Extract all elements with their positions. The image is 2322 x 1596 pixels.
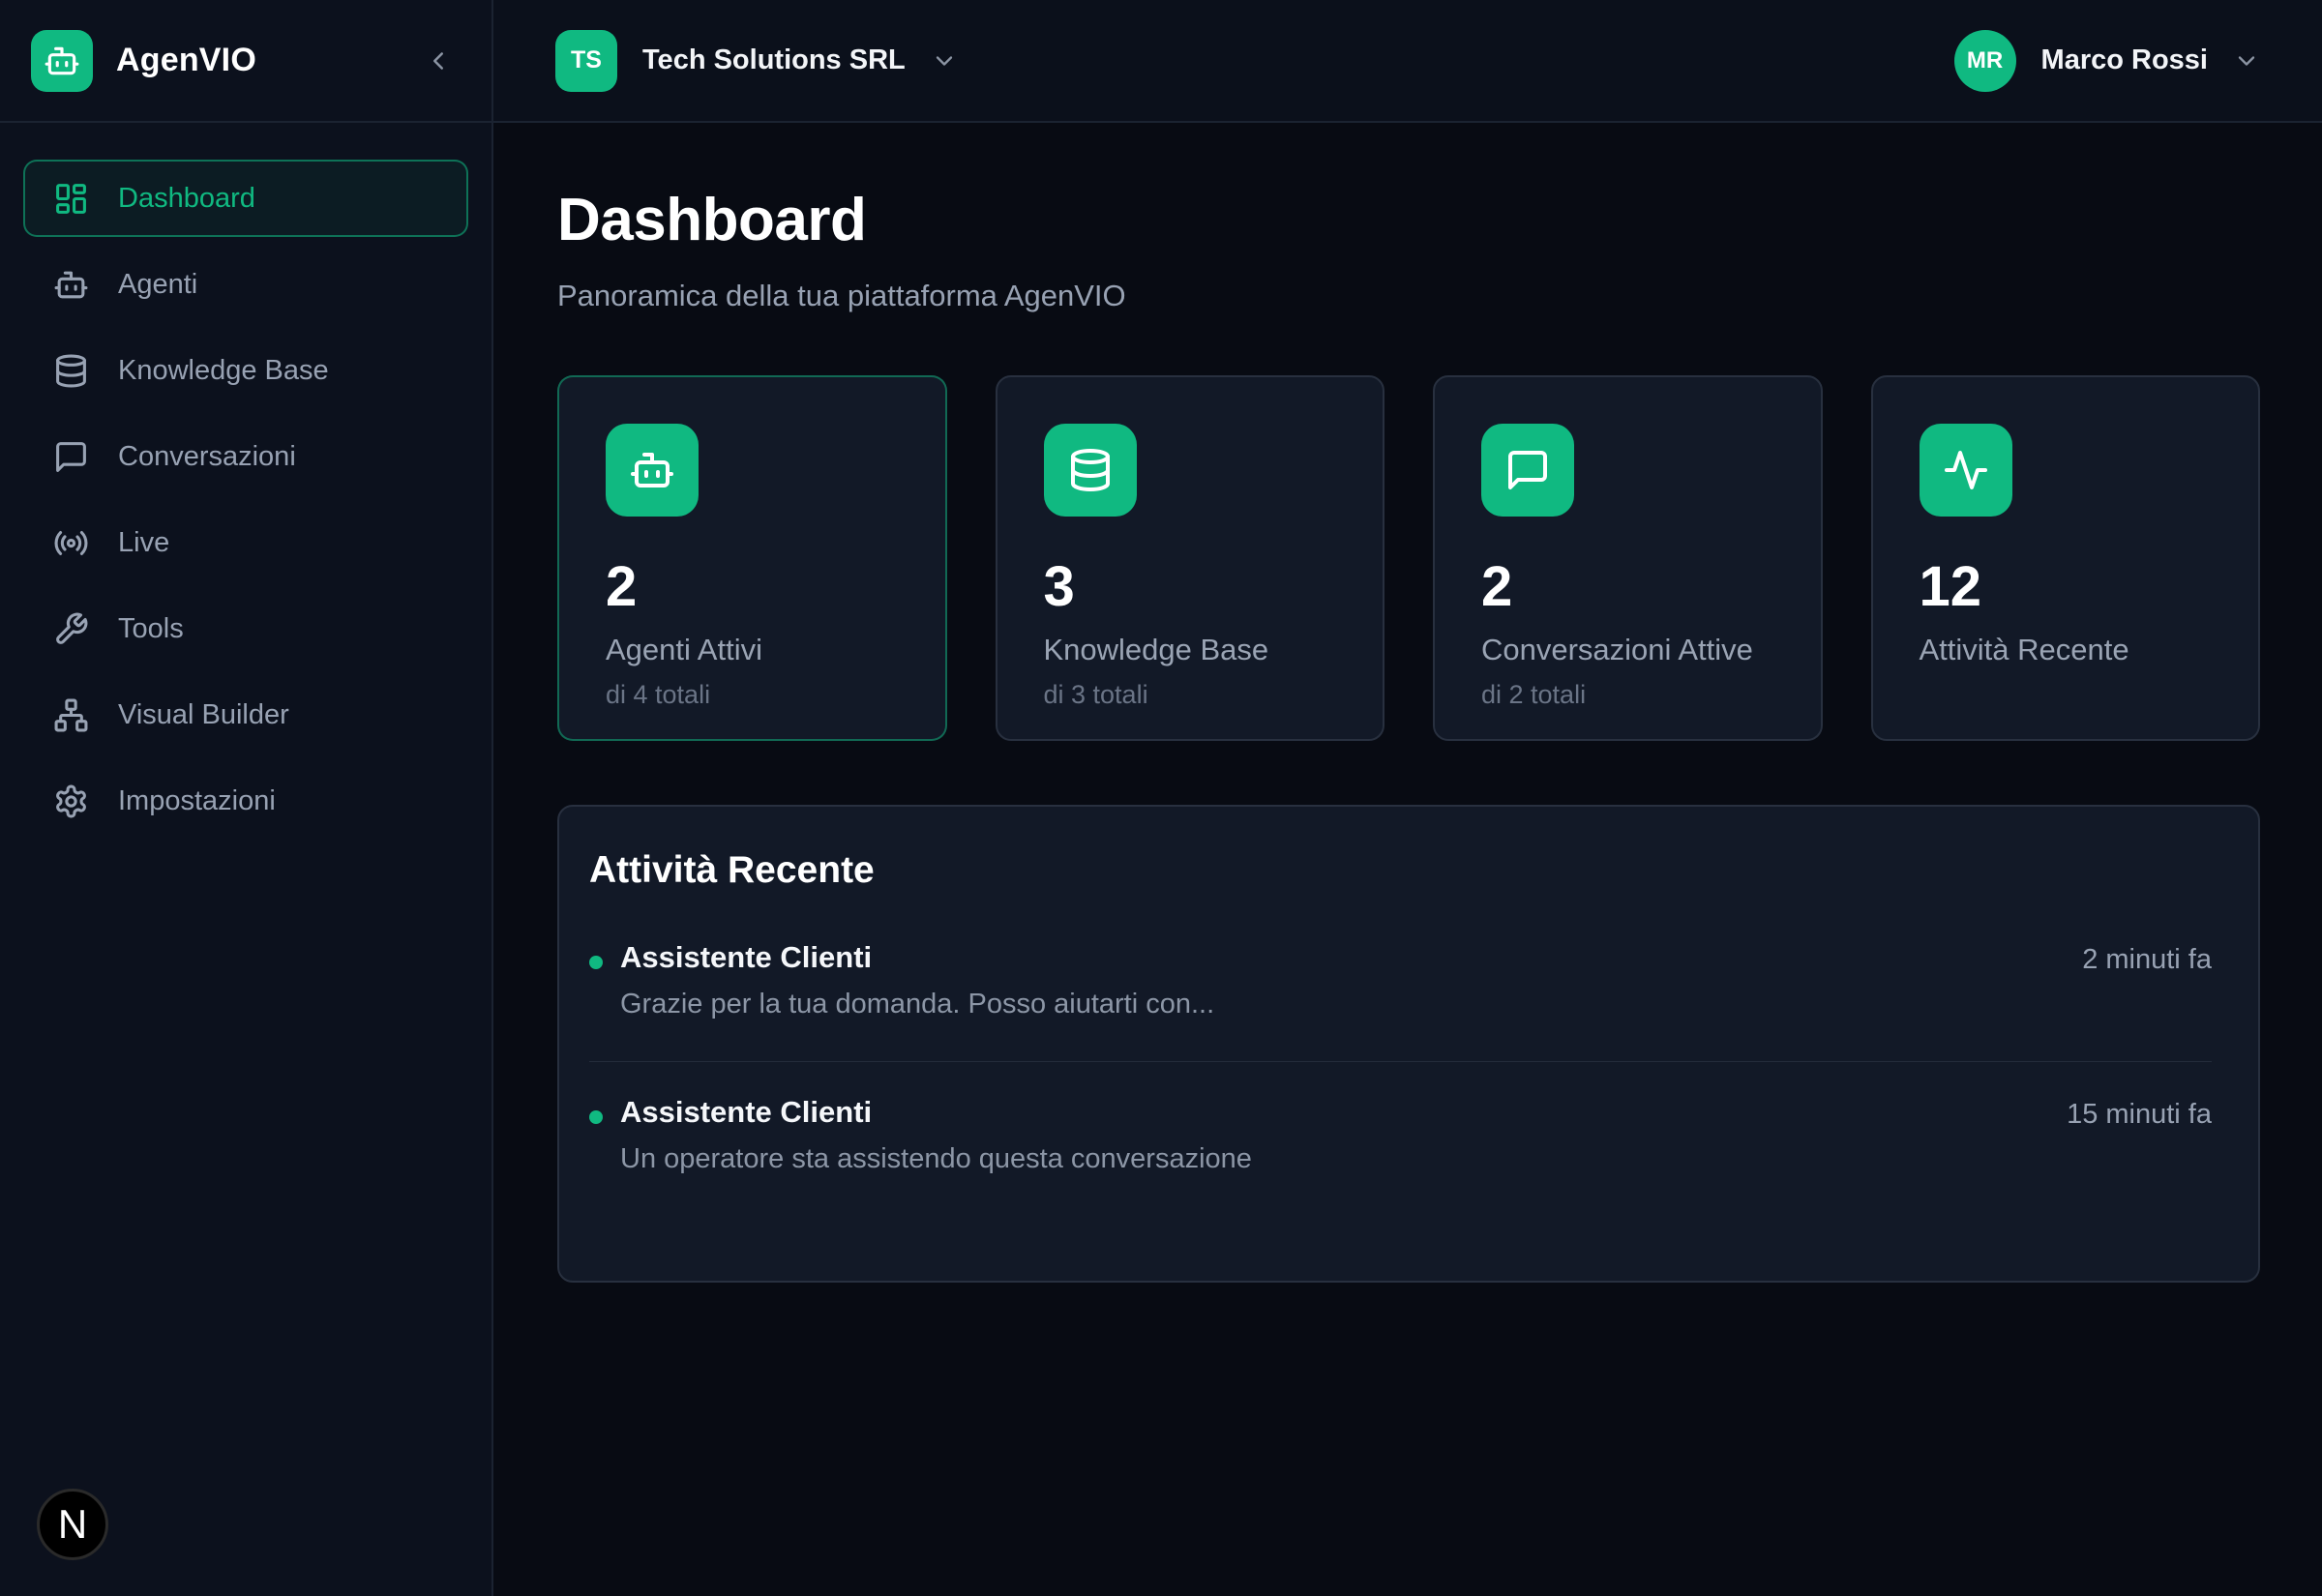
stat-sub xyxy=(1920,680,2213,706)
card-icon-badge xyxy=(1920,424,2012,517)
sidebar-item-label: Impostazioni xyxy=(118,785,276,817)
stat-label: Conversazioni Attive xyxy=(1481,633,1774,667)
sidebar-item-label: Agenti xyxy=(118,269,197,301)
stat-label: Attività Recente xyxy=(1920,633,2213,667)
activity-row-main: Assistente Clienti Grazie per la tua dom… xyxy=(620,940,2065,1020)
card-icon-badge xyxy=(1481,424,1574,517)
stat-card-attivita-recente[interactable]: 12 Attività Recente xyxy=(1871,375,2261,741)
sidebar-item-label: Tools xyxy=(118,613,184,645)
activity-list: Assistente Clienti Grazie per la tua dom… xyxy=(589,907,2212,1216)
stat-sub: di 2 totali xyxy=(1481,680,1774,710)
sidebar-collapse-button[interactable] xyxy=(418,41,459,81)
chevron-down-icon xyxy=(2233,47,2260,74)
sidebar-item-label: Knowledge Base xyxy=(118,355,329,387)
card-icon-badge xyxy=(1044,424,1137,517)
sidebar-item-agenti[interactable]: Agenti xyxy=(23,246,468,323)
stats-grid: 2 Agenti Attivi di 4 totali 3 Knowledge … xyxy=(557,375,2260,741)
sidebar-item-live[interactable]: Live xyxy=(23,504,468,581)
stat-sub: di 3 totali xyxy=(1044,680,1337,710)
online-status-dot xyxy=(589,956,603,969)
stat-label: Agenti Attivi xyxy=(606,633,899,667)
settings-icon xyxy=(53,783,89,819)
organization-name: Tech Solutions SRL xyxy=(642,44,906,76)
sidebar-item-impostazioni[interactable]: Impostazioni xyxy=(23,762,468,840)
online-status-dot xyxy=(589,1110,603,1124)
sidebar: AgenVIO Dashboard Agenti Knowledge Base … xyxy=(0,0,493,1596)
stat-value: 3 xyxy=(1044,559,1337,615)
sidebar-item-visual-builder[interactable]: Visual Builder xyxy=(23,676,468,754)
sidebar-item-label: Dashboard xyxy=(118,183,255,215)
organization-badge: TS xyxy=(555,30,617,92)
card-icon-badge xyxy=(606,424,699,517)
user-menu[interactable]: MR Marco Rossi xyxy=(1954,30,2260,92)
stat-value: 12 xyxy=(1920,559,2213,615)
activity-row-time: 15 minuti fa xyxy=(2067,1099,2212,1131)
network-icon xyxy=(53,697,89,733)
layout-dashboard-icon xyxy=(53,181,89,217)
app-logo xyxy=(31,30,93,92)
stat-value: 2 xyxy=(1481,559,1774,615)
topbar: TS Tech Solutions SRL MR Marco Rossi xyxy=(493,0,2322,123)
message-square-icon xyxy=(1504,447,1551,493)
activity-row-time: 2 minuti fa xyxy=(2082,944,2212,976)
page-content: Dashboard Panoramica della tua piattafor… xyxy=(493,123,2322,1283)
chevron-left-icon xyxy=(424,46,453,75)
activity-row[interactable]: Assistente Clienti Grazie per la tua dom… xyxy=(589,907,2212,1062)
user-name: Marco Rossi xyxy=(2041,44,2208,76)
sidebar-nav: Dashboard Agenti Knowledge Base Conversa… xyxy=(0,123,491,876)
activity-row-main: Assistente Clienti Un operatore sta assi… xyxy=(620,1095,2049,1175)
bot-icon xyxy=(44,43,80,79)
stat-value: 2 xyxy=(606,559,899,615)
app-root: AgenVIO Dashboard Agenti Knowledge Base … xyxy=(0,0,2322,1596)
nextjs-dev-badge[interactable]: N xyxy=(37,1489,108,1560)
wrench-icon xyxy=(53,611,89,647)
avatar: MR xyxy=(1954,30,2016,92)
activity-icon xyxy=(1943,447,1989,493)
activity-row-description: Un operatore sta assistendo questa conve… xyxy=(620,1143,2049,1175)
sidebar-item-tools[interactable]: Tools xyxy=(23,590,468,667)
radio-icon xyxy=(53,525,89,561)
stat-card-knowledge-base[interactable]: 3 Knowledge Base di 3 totali xyxy=(996,375,1385,741)
sidebar-header: AgenVIO xyxy=(0,0,491,123)
stat-label: Knowledge Base xyxy=(1044,633,1337,667)
stat-card-agenti-attivi[interactable]: 2 Agenti Attivi di 4 totali xyxy=(557,375,947,741)
bot-icon xyxy=(53,267,89,303)
stat-sub: di 4 totali xyxy=(606,680,899,710)
brand-name: AgenVIO xyxy=(116,42,256,79)
organization-switcher[interactable]: TS Tech Solutions SRL xyxy=(555,30,958,92)
recent-activity-panel: Attività Recente Assistente Clienti Graz… xyxy=(557,805,2260,1283)
sidebar-item-knowledge-base[interactable]: Knowledge Base xyxy=(23,332,468,409)
activity-row[interactable]: Assistente Clienti Un operatore sta assi… xyxy=(589,1062,2212,1216)
main-area: TS Tech Solutions SRL MR Marco Rossi Das… xyxy=(493,0,2322,1596)
sidebar-item-label: Conversazioni xyxy=(118,441,296,473)
recent-activity-title: Attività Recente xyxy=(589,849,2212,892)
sidebar-item-conversazioni[interactable]: Conversazioni xyxy=(23,418,468,495)
chevron-down-icon xyxy=(931,47,958,74)
bot-icon xyxy=(629,447,675,493)
database-icon xyxy=(53,353,89,389)
page-title: Dashboard xyxy=(557,189,2260,253)
page-subtitle: Panoramica della tua piattaforma AgenVIO xyxy=(557,279,2260,313)
database-icon xyxy=(1067,447,1114,493)
activity-row-title: Assistente Clienti xyxy=(620,940,2065,975)
stat-card-conversazioni-attive[interactable]: 2 Conversazioni Attive di 2 totali xyxy=(1433,375,1823,741)
sidebar-item-label: Visual Builder xyxy=(118,699,289,731)
message-square-icon xyxy=(53,439,89,475)
activity-row-description: Grazie per la tua domanda. Posso aiutart… xyxy=(620,989,2065,1020)
sidebar-item-label: Live xyxy=(118,527,169,559)
sidebar-item-dashboard[interactable]: Dashboard xyxy=(23,160,468,237)
activity-row-title: Assistente Clienti xyxy=(620,1095,2049,1130)
